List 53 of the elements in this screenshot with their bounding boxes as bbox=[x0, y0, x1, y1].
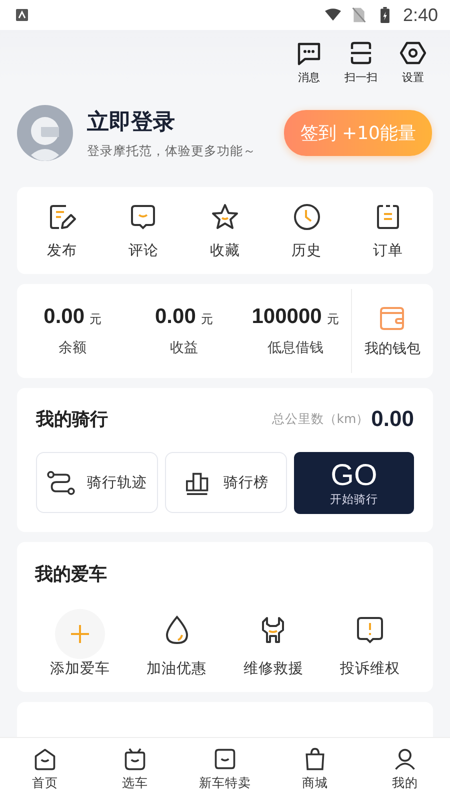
stat-label: 收益 bbox=[170, 339, 198, 357]
start-riding-button[interactable]: GO 开始骑行 bbox=[294, 452, 414, 514]
stat-label: 低息借钱 bbox=[267, 339, 324, 357]
wallet-button[interactable]: 我的钱包 bbox=[350, 289, 433, 373]
nav-tab[interactable]: 商城 bbox=[280, 746, 350, 792]
person-icon bbox=[393, 746, 417, 770]
section-title: 我的爱车 bbox=[35, 563, 108, 586]
shortcut-button[interactable]: 历史 bbox=[276, 203, 337, 260]
stat-value: 0.00 元 bbox=[155, 305, 213, 329]
riding-button[interactable]: 骑行榜 bbox=[165, 452, 287, 513]
riding-button[interactable]: 骑行轨迹 bbox=[36, 452, 158, 513]
distance-label: 总公里数（km） bbox=[272, 410, 370, 428]
scan-icon bbox=[348, 40, 374, 66]
home-icon bbox=[33, 746, 57, 770]
stat-label: 余额 bbox=[58, 339, 87, 357]
distance-value: 0.00 bbox=[371, 406, 414, 432]
top-action-button[interactable]: 扫一扫 bbox=[342, 40, 380, 85]
status-time: 2:40 bbox=[402, 4, 438, 26]
nav-tab[interactable]: 新车特卖 bbox=[190, 746, 260, 792]
wallet-icon bbox=[378, 304, 406, 332]
clock-icon bbox=[292, 203, 321, 231]
alert-icon bbox=[356, 615, 384, 645]
bag-icon bbox=[303, 746, 327, 770]
avatar-icon bbox=[17, 105, 73, 161]
app-notification-icon bbox=[16, 9, 28, 21]
login-hint: 登录摩托范，体验更多功能～ bbox=[87, 142, 257, 160]
stat-value: 100000 元 bbox=[252, 305, 339, 329]
edit-icon bbox=[48, 203, 76, 231]
stat-value: 0.00 元 bbox=[44, 305, 102, 329]
chat-icon bbox=[296, 40, 322, 66]
section-title: 我的骑行 bbox=[36, 408, 108, 431]
shortcut-button[interactable]: 评论 bbox=[113, 203, 174, 260]
car-service-button[interactable]: 投诉维权 bbox=[324, 596, 415, 678]
no-sim-icon bbox=[350, 7, 367, 23]
star-icon bbox=[210, 203, 239, 231]
shortcut-button[interactable]: 订单 bbox=[358, 203, 418, 260]
add-icon bbox=[55, 609, 105, 659]
tv-face-icon bbox=[123, 746, 147, 770]
route-icon bbox=[47, 470, 75, 494]
top-action-button[interactable]: 设置 bbox=[394, 40, 432, 85]
login-link[interactable]: 立即登录 bbox=[87, 106, 270, 136]
car-service-button[interactable]: 维修救援 bbox=[228, 596, 318, 678]
shortcut-button[interactable]: 发布 bbox=[32, 203, 92, 260]
settings-icon bbox=[400, 40, 426, 66]
car-service-button[interactable]: 添加爱车 bbox=[35, 596, 125, 678]
wifi-icon bbox=[324, 7, 341, 23]
nav-tab[interactable]: 选车 bbox=[100, 746, 170, 792]
nav-tab[interactable]: 首页 bbox=[10, 746, 80, 792]
top-action-button[interactable]: 消息 bbox=[290, 40, 328, 85]
comment-icon bbox=[129, 203, 158, 231]
nav-tab[interactable]: 我的 bbox=[370, 746, 440, 792]
car-service-button[interactable]: 加油优惠 bbox=[132, 596, 222, 678]
shortcut-button[interactable]: 收藏 bbox=[194, 203, 255, 260]
